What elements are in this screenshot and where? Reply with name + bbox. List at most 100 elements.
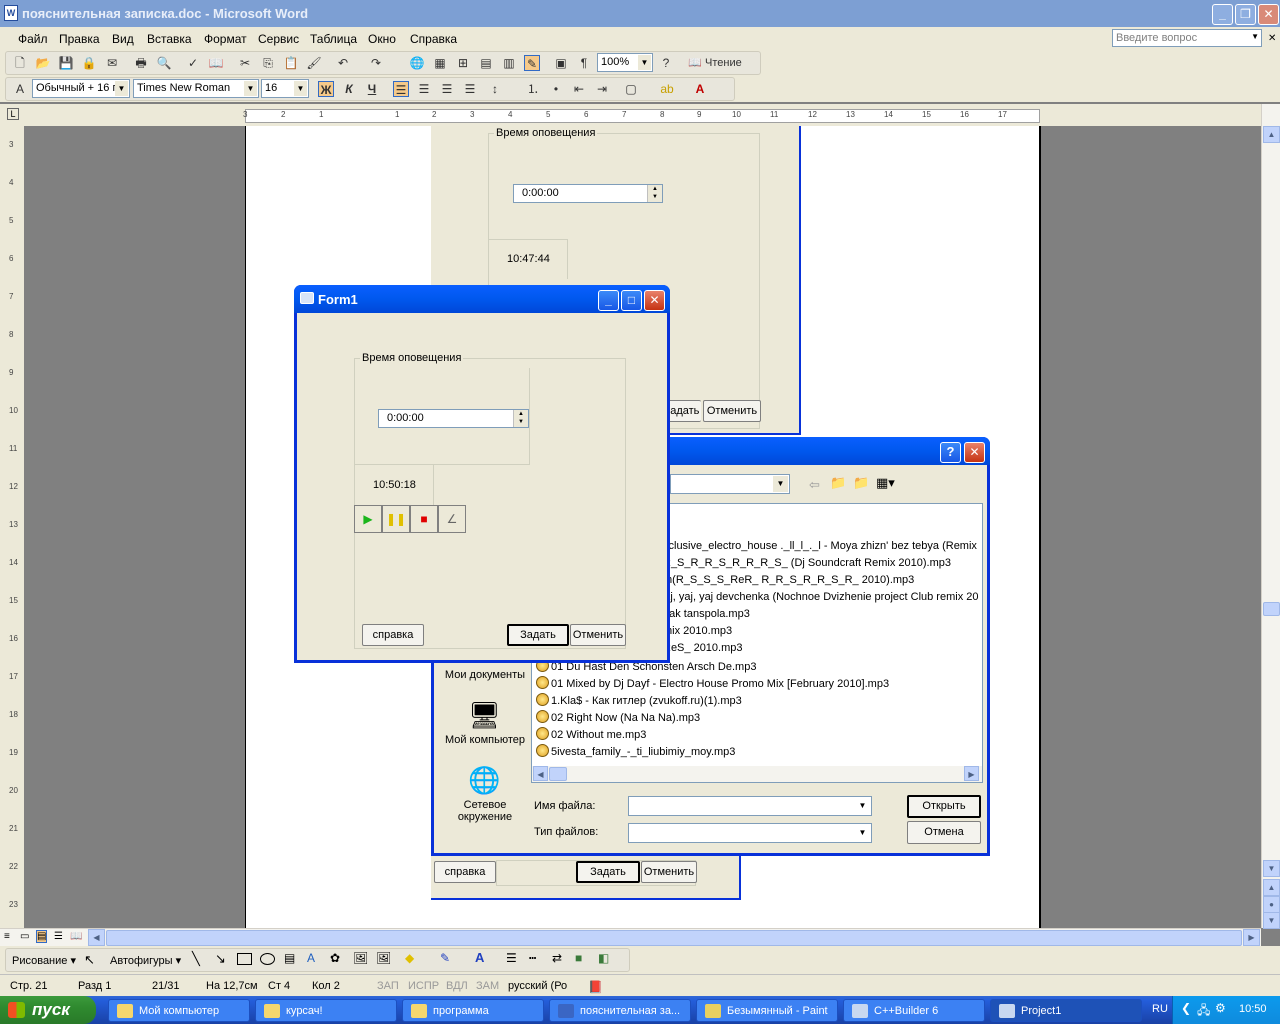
network-tray-icon[interactable]: 🖧 (1197, 1001, 1210, 1022)
list-item[interactable]: m(R_S_S_S_ReR_ R_R_S_R_R_S_R_ 2010).mp3 (663, 574, 914, 591)
print-layout-icon[interactable]: ▤ (36, 930, 48, 943)
pause-button[interactable]: ❚❚ (382, 505, 410, 533)
drawing-icon[interactable]: ✎ (524, 55, 540, 71)
prev-page-icon[interactable]: ▲ (1263, 879, 1280, 896)
scroll-up-icon[interactable]: ▲ (1263, 126, 1280, 143)
rectangle-icon[interactable] (237, 953, 252, 965)
task-cbuilder[interactable]: C++Builder 6 (843, 999, 985, 1022)
time-spin[interactable]: 0:00:00 ▲ ▼ (513, 184, 663, 203)
task-programma[interactable]: программа (402, 999, 544, 1022)
start-button[interactable]: пуск (0, 996, 96, 1024)
task-word[interactable]: пояснительная за... (549, 999, 691, 1022)
dialog-help-button[interactable]: ? (940, 442, 961, 463)
3d-style-icon[interactable]: ◧ (598, 951, 609, 965)
font-size-combo[interactable]: 16 ▼ (261, 79, 309, 98)
shadow-style-icon[interactable]: ■ (575, 951, 582, 965)
tray-app-icon[interactable]: ⚙ (1215, 1001, 1226, 1015)
close-button[interactable]: ✕ (644, 290, 665, 311)
scroll-right-icon[interactable]: ▶ (1243, 929, 1260, 946)
look-in-combo[interactable]: ▼ (670, 474, 790, 494)
play-button[interactable]: ▶ (354, 505, 382, 533)
copy-icon[interactable]: ⎘ (260, 55, 276, 71)
font-color-icon[interactable]: A (475, 950, 484, 965)
email-icon[interactable]: ✉ (104, 55, 120, 71)
tables-borders-icon[interactable]: ▦ (432, 55, 448, 71)
open-icon[interactable]: 📂 (35, 55, 51, 71)
maximize-button[interactable]: □ (621, 290, 642, 311)
cut-icon[interactable]: ✂ (237, 55, 253, 71)
font-combo[interactable]: Times New Roman ▼ (133, 79, 259, 98)
print-preview-icon[interactable]: 🔍 (156, 55, 172, 71)
next-page-icon[interactable]: ▼ (1263, 912, 1280, 929)
help-icon[interactable]: ? (658, 55, 674, 71)
draw-menu[interactable]: Рисование ▾ (12, 954, 76, 967)
diagram-icon[interactable]: ✿ (330, 951, 340, 965)
file-list-hscroll[interactable]: ◀ ▶ (532, 766, 982, 782)
borders-icon[interactable]: ▢ (623, 81, 639, 97)
list-item[interactable]: Aj, yaj, yaj devchenka (Nochnoe Dvizheni… (663, 591, 979, 608)
zoom-combo[interactable]: 100% ▼ (597, 53, 653, 72)
menu-file[interactable]: Файл (18, 32, 48, 46)
scroll-left-icon[interactable]: ◀ (533, 766, 548, 781)
bold-button[interactable]: Ж (318, 81, 334, 97)
format-painter-icon[interactable]: 🖌 (306, 55, 322, 71)
task-kursach[interactable]: курсач! (255, 999, 397, 1022)
cancel-button[interactable]: Отменить (703, 400, 761, 422)
increase-indent-icon[interactable]: ⇥ (594, 81, 610, 97)
minimize-button[interactable]: _ (598, 290, 619, 311)
vertical-scrollbar[interactable]: ▲ ▼ ▲ ● ▼ (1261, 104, 1280, 929)
help-search-input[interactable]: Введите вопрос ▼ (1112, 29, 1262, 47)
status-rec[interactable]: ЗАП (377, 980, 399, 992)
time-spin[interactable]: 0:00:00 ▲ ▼ (378, 409, 529, 428)
autoshapes-menu[interactable]: Автофигуры ▾ (110, 954, 181, 967)
spelling-icon[interactable]: ✓ (185, 55, 201, 71)
new-folder-icon[interactable]: 📁 (853, 475, 869, 491)
new-icon[interactable]: 🗋 (12, 55, 28, 71)
picture-icon[interactable]: 🖼 (376, 951, 391, 965)
cancel-button[interactable]: Отменить (570, 624, 626, 646)
arrow-style-icon[interactable]: ⇄ (552, 951, 562, 965)
menu-view[interactable]: Вид (112, 32, 134, 46)
menu-insert[interactable]: Вставка (147, 32, 192, 46)
justify-icon[interactable]: ☰ (462, 81, 478, 97)
reading-view-icon[interactable]: 📖 (70, 931, 82, 942)
undo-icon[interactable]: ↶ (335, 55, 351, 71)
my-computer-icon[interactable]: 🖥 (468, 700, 501, 730)
status-ovr[interactable]: ЗАМ (476, 980, 499, 992)
list-item[interactable]: 01 Mixed by Dj Dayf - Electro House Prom… (536, 676, 889, 693)
align-center-icon[interactable]: ☰ (416, 81, 432, 97)
highlight-icon[interactable]: ab (659, 81, 675, 97)
numbering-icon[interactable]: ⒈ (525, 81, 541, 97)
list-item[interactable]: 5ivesta_family_-_ti_liubimiy_moy.mp3 (536, 744, 735, 761)
places-network[interactable]: Сетевое окружение (450, 799, 520, 823)
close-button[interactable]: ✕ (1258, 4, 1279, 25)
horizontal-scrollbar[interactable]: ≡ ▭ ▤ ☰ 📖 ◀ ▶ (0, 928, 1261, 946)
line-icon[interactable]: ╲ (192, 951, 200, 967)
list-item[interactable]: 02 Right Now (Na Na Na).mp3 (536, 710, 700, 727)
hyperlink-icon[interactable]: 🌐 (409, 55, 425, 71)
stop-button[interactable]: ■ (410, 505, 438, 533)
line-style-icon[interactable]: ☰ (506, 951, 517, 965)
menu-edit[interactable]: Правка (59, 32, 100, 46)
list-item[interactable]: 02 Without me.mp3 (536, 727, 646, 744)
eject-button[interactable]: ∠ (438, 505, 466, 533)
select-objects-icon[interactable]: ↖ (84, 952, 95, 968)
scroll-down-icon[interactable]: ▼ (1263, 860, 1280, 877)
decrease-indent-icon[interactable]: ⇤ (571, 81, 587, 97)
textbox-icon[interactable]: ▤ (284, 951, 295, 965)
paste-icon[interactable]: 📋 (283, 55, 299, 71)
wordart-icon[interactable]: A (307, 951, 315, 965)
permission-icon[interactable]: 🔒 (81, 55, 97, 71)
normal-view-icon[interactable]: ≡ (4, 931, 10, 942)
minimize-button[interactable]: _ (1212, 4, 1233, 25)
language-indicator[interactable]: RU (1152, 1003, 1168, 1015)
help-button[interactable]: справка (434, 861, 496, 883)
line-spacing-icon[interactable]: ↕ (487, 81, 503, 97)
web-view-icon[interactable]: ▭ (20, 931, 29, 942)
spelling-status-icon[interactable]: 📕 (588, 980, 603, 994)
cancel-button[interactable]: Отменить (641, 861, 697, 883)
status-ext[interactable]: ВДЛ (446, 980, 468, 992)
outline-view-icon[interactable]: ☰ (54, 931, 63, 942)
horizontal-ruler[interactable]: L 3 2 1 1 2 3 4 5 6 7 8 9 10 11 12 13 14… (0, 104, 1280, 218)
list-item[interactable]: R_S_R_R_S_R_R_R_S_ (Dj Soundcraft Remix … (663, 557, 951, 574)
